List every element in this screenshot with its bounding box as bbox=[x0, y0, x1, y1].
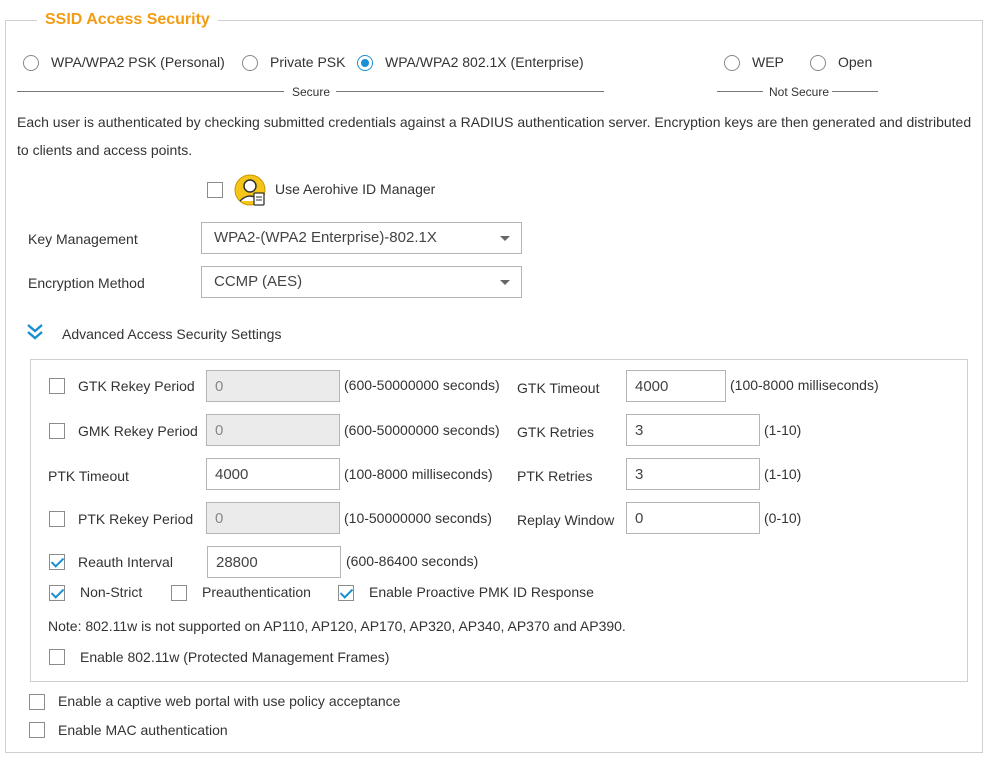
non-strict-label: Non-Strict bbox=[80, 584, 143, 600]
gtk-timeout-hint: (100-8000 milliseconds) bbox=[730, 377, 879, 393]
gtk-rekey-input[interactable] bbox=[206, 370, 340, 402]
gtk-rekey-label: GTK Rekey Period bbox=[78, 378, 195, 394]
preauth-checkbox[interactable] bbox=[171, 585, 187, 601]
key-management-label: Key Management bbox=[28, 231, 138, 247]
encryption-method-value: CCMP (AES) bbox=[214, 273, 303, 290]
secure-group-label: Secure bbox=[292, 85, 331, 99]
gtk-timeout-input[interactable] bbox=[626, 370, 726, 402]
gmk-rekey-input[interactable] bbox=[206, 414, 340, 446]
ptk-rekey-label: PTK Rekey Period bbox=[78, 511, 194, 527]
mac-auth-checkbox[interactable] bbox=[29, 722, 45, 738]
gmk-rekey-label: GMK Rekey Period bbox=[78, 423, 198, 439]
replay-window-label: Replay Window bbox=[517, 512, 615, 528]
gtk-retries-label: GTK Retries bbox=[517, 424, 595, 440]
non-strict-checkbox[interactable] bbox=[49, 585, 65, 601]
ptk-retries-label: PTK Retries bbox=[517, 468, 593, 484]
ptk-rekey-hint: (10-50000000 seconds) bbox=[344, 510, 492, 526]
gtk-timeout-label: GTK Timeout bbox=[517, 380, 600, 396]
secure-divider-right bbox=[336, 91, 604, 92]
pmk-checkbox[interactable] bbox=[338, 585, 354, 601]
radio-private-psk[interactable] bbox=[242, 55, 258, 71]
reauth-checkbox[interactable] bbox=[49, 554, 65, 570]
radio-wpa-psk[interactable] bbox=[23, 55, 39, 71]
pmf-label: Enable 802.11w (Protected Management Fra… bbox=[80, 649, 390, 665]
gtk-rekey-hint: (600-50000000 seconds) bbox=[344, 377, 500, 393]
reauth-hint: (600-86400 seconds) bbox=[346, 553, 479, 569]
mac-auth-label: Enable MAC authentication bbox=[58, 722, 228, 738]
reauth-input[interactable] bbox=[207, 546, 341, 578]
captive-portal-checkbox[interactable] bbox=[29, 694, 45, 710]
not-secure-divider-right bbox=[832, 91, 878, 92]
ptk-timeout-hint: (100-8000 milliseconds) bbox=[344, 466, 493, 482]
key-management-select[interactable]: WPA2-(WPA2 Enterprise)-802.1X bbox=[201, 222, 522, 254]
ptk-rekey-checkbox[interactable] bbox=[49, 511, 65, 527]
ptk-retries-input[interactable] bbox=[626, 458, 760, 490]
captive-portal-label: Enable a captive web portal with use pol… bbox=[58, 693, 401, 709]
gtk-rekey-checkbox[interactable] bbox=[49, 378, 65, 394]
advanced-settings-toggle[interactable]: Advanced Access Security Settings bbox=[62, 325, 281, 343]
gtk-retries-hint: (1-10) bbox=[764, 422, 802, 438]
radio-wpa-enterprise-label[interactable]: WPA/WPA2 802.1X (Enterprise) bbox=[385, 53, 584, 71]
ptk-rekey-input[interactable] bbox=[206, 502, 340, 534]
gmk-rekey-hint: (600-50000000 seconds) bbox=[344, 422, 500, 438]
user-badge-icon bbox=[234, 174, 268, 208]
not-secure-group-label: Not Secure bbox=[769, 85, 830, 99]
id-manager-label[interactable]: Use Aerohive ID Manager bbox=[275, 180, 435, 198]
ptk-retries-hint: (1-10) bbox=[764, 466, 802, 482]
pmf-checkbox[interactable] bbox=[49, 649, 65, 665]
gmk-rekey-checkbox[interactable] bbox=[49, 423, 65, 439]
ptk-timeout-label: PTK Timeout bbox=[48, 468, 129, 484]
reauth-label: Reauth Interval bbox=[78, 554, 173, 570]
key-management-value: WPA2-(WPA2 Enterprise)-802.1X bbox=[214, 229, 437, 246]
preauth-label: Preauthentication bbox=[202, 584, 311, 600]
double-chevron-down-icon[interactable] bbox=[25, 322, 45, 342]
chevron-down-icon bbox=[500, 236, 510, 241]
replay-window-hint: (0-10) bbox=[764, 510, 802, 526]
radio-wep-label[interactable]: WEP bbox=[752, 53, 784, 71]
pmf-support-note: Note: 802.11w is not supported on AP110,… bbox=[48, 618, 626, 634]
radio-wpa-psk-label[interactable]: WPA/WPA2 PSK (Personal) bbox=[51, 53, 225, 71]
radio-open-label[interactable]: Open bbox=[838, 53, 872, 71]
radio-open[interactable] bbox=[810, 55, 826, 71]
pmk-label: Enable Proactive PMK ID Response bbox=[369, 584, 594, 600]
radio-wep[interactable] bbox=[724, 55, 740, 71]
encryption-method-label: Encryption Method bbox=[28, 275, 145, 291]
radio-private-psk-label[interactable]: Private PSK bbox=[270, 53, 345, 71]
replay-window-input[interactable] bbox=[626, 502, 760, 534]
ptk-timeout-input[interactable] bbox=[206, 458, 340, 490]
id-manager-checkbox[interactable] bbox=[207, 182, 223, 198]
not-secure-divider-left bbox=[717, 91, 763, 92]
secure-divider-left bbox=[17, 91, 284, 92]
section-title: SSID Access Security bbox=[37, 10, 218, 30]
radio-wpa-enterprise[interactable] bbox=[357, 55, 373, 71]
description-line-1: Each user is authenticated by checking s… bbox=[17, 114, 972, 130]
chevron-down-icon bbox=[500, 280, 510, 285]
encryption-method-select[interactable]: CCMP (AES) bbox=[201, 266, 522, 298]
gtk-retries-input[interactable] bbox=[626, 414, 760, 446]
description-line-2: to clients and access points. bbox=[17, 142, 193, 158]
